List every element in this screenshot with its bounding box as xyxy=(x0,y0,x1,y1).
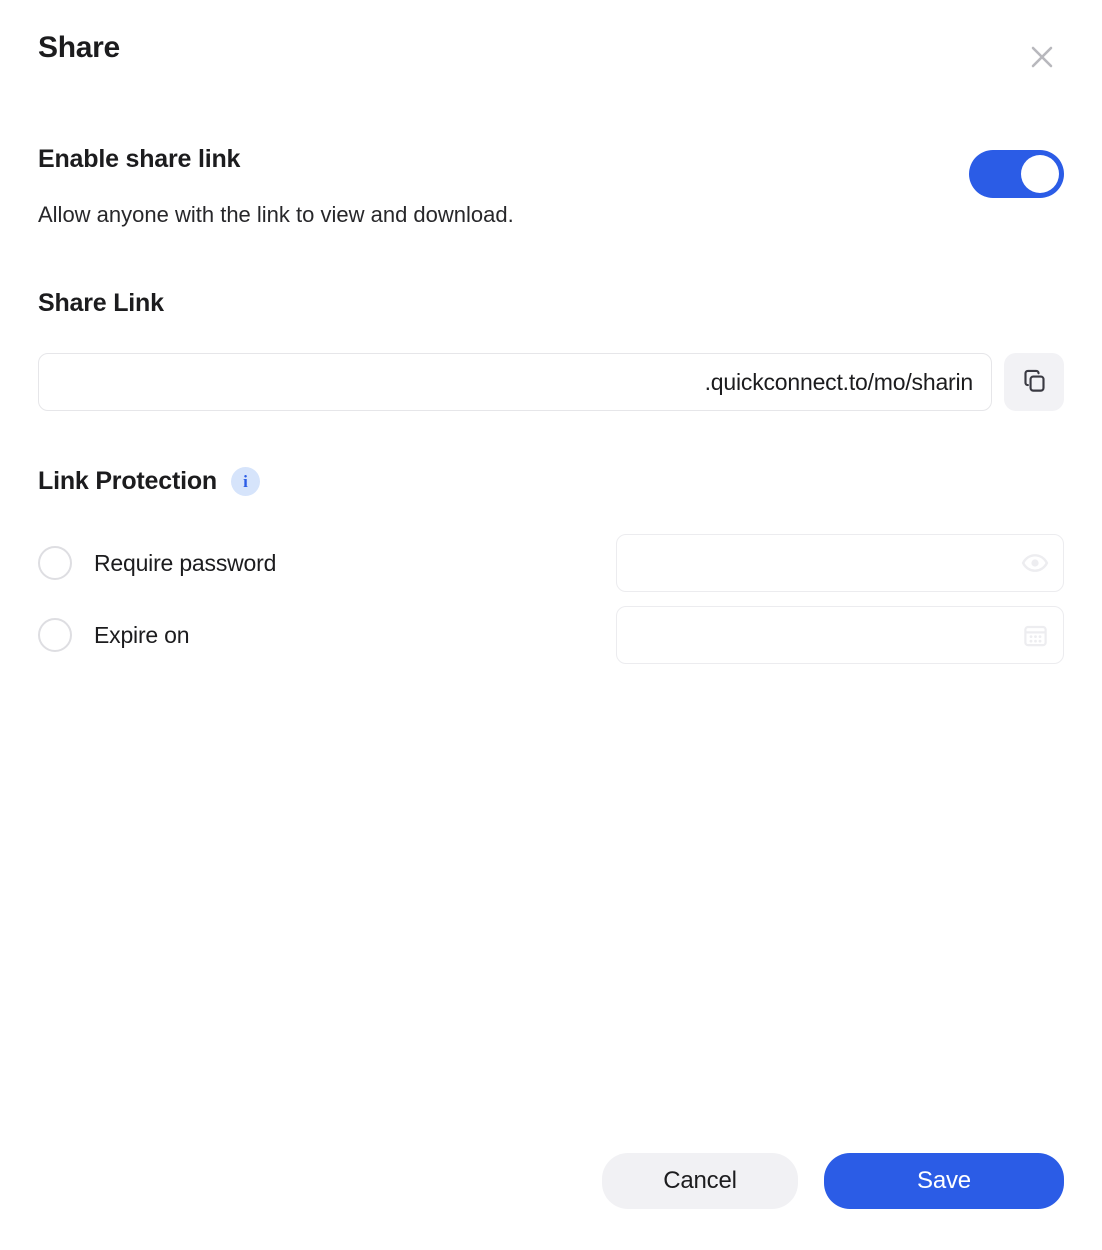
toggle-knob xyxy=(1021,155,1059,193)
save-button[interactable]: Save xyxy=(824,1153,1064,1209)
eye-icon[interactable] xyxy=(1020,548,1050,578)
close-button[interactable] xyxy=(1020,35,1064,79)
require-password-radio[interactable] xyxy=(38,546,72,581)
dialog-footer: Cancel Save xyxy=(38,1153,1064,1250)
expire-on-radio[interactable] xyxy=(38,618,72,653)
expire-date-field[interactable] xyxy=(616,606,1064,665)
close-icon xyxy=(1029,44,1055,70)
enable-share-link-section: Enable share link Allow anyone with the … xyxy=(38,112,1064,228)
password-field[interactable] xyxy=(616,534,1064,593)
page-title: Share xyxy=(38,31,120,64)
share-link-section: Share Link xyxy=(38,228,1064,412)
link-protection-heading: Link Protection xyxy=(38,467,217,496)
require-password-radio-group[interactable]: Require password xyxy=(38,546,616,581)
info-icon[interactable]: i xyxy=(230,467,260,497)
share-link-row xyxy=(38,353,1064,412)
password-field-wrapper xyxy=(616,534,1064,593)
copy-icon xyxy=(1021,367,1048,397)
link-protection-options: Require password Expire on xyxy=(38,534,1064,665)
enable-share-link-description: Allow anyone with the link to view and d… xyxy=(38,201,514,227)
copy-link-button[interactable] xyxy=(1004,353,1064,412)
share-dialog: Share Enable share link Allow anyone wit… xyxy=(0,0,1102,1250)
link-protection-heading-row: Link Protection i xyxy=(38,467,1064,497)
expire-date-field-wrapper xyxy=(616,606,1064,665)
protection-option-require-password: Require password xyxy=(38,534,1064,593)
dialog-spacer xyxy=(38,664,1064,1153)
share-link-label: Share Link xyxy=(38,288,164,317)
share-link-input[interactable] xyxy=(38,353,992,412)
cancel-button[interactable]: Cancel xyxy=(602,1153,798,1209)
expire-on-radio-group[interactable]: Expire on xyxy=(38,618,616,653)
link-protection-section: Link Protection i Require password Expir… xyxy=(38,411,1064,665)
expire-on-label: Expire on xyxy=(94,621,190,648)
calendar-icon[interactable] xyxy=(1020,620,1050,650)
require-password-label: Require password xyxy=(94,549,277,576)
enable-share-link-heading: Enable share link xyxy=(38,145,241,173)
protection-option-expire-on: Expire on xyxy=(38,606,1064,665)
enable-share-link-toggle[interactable] xyxy=(969,150,1064,198)
dialog-header: Share xyxy=(38,0,1064,112)
